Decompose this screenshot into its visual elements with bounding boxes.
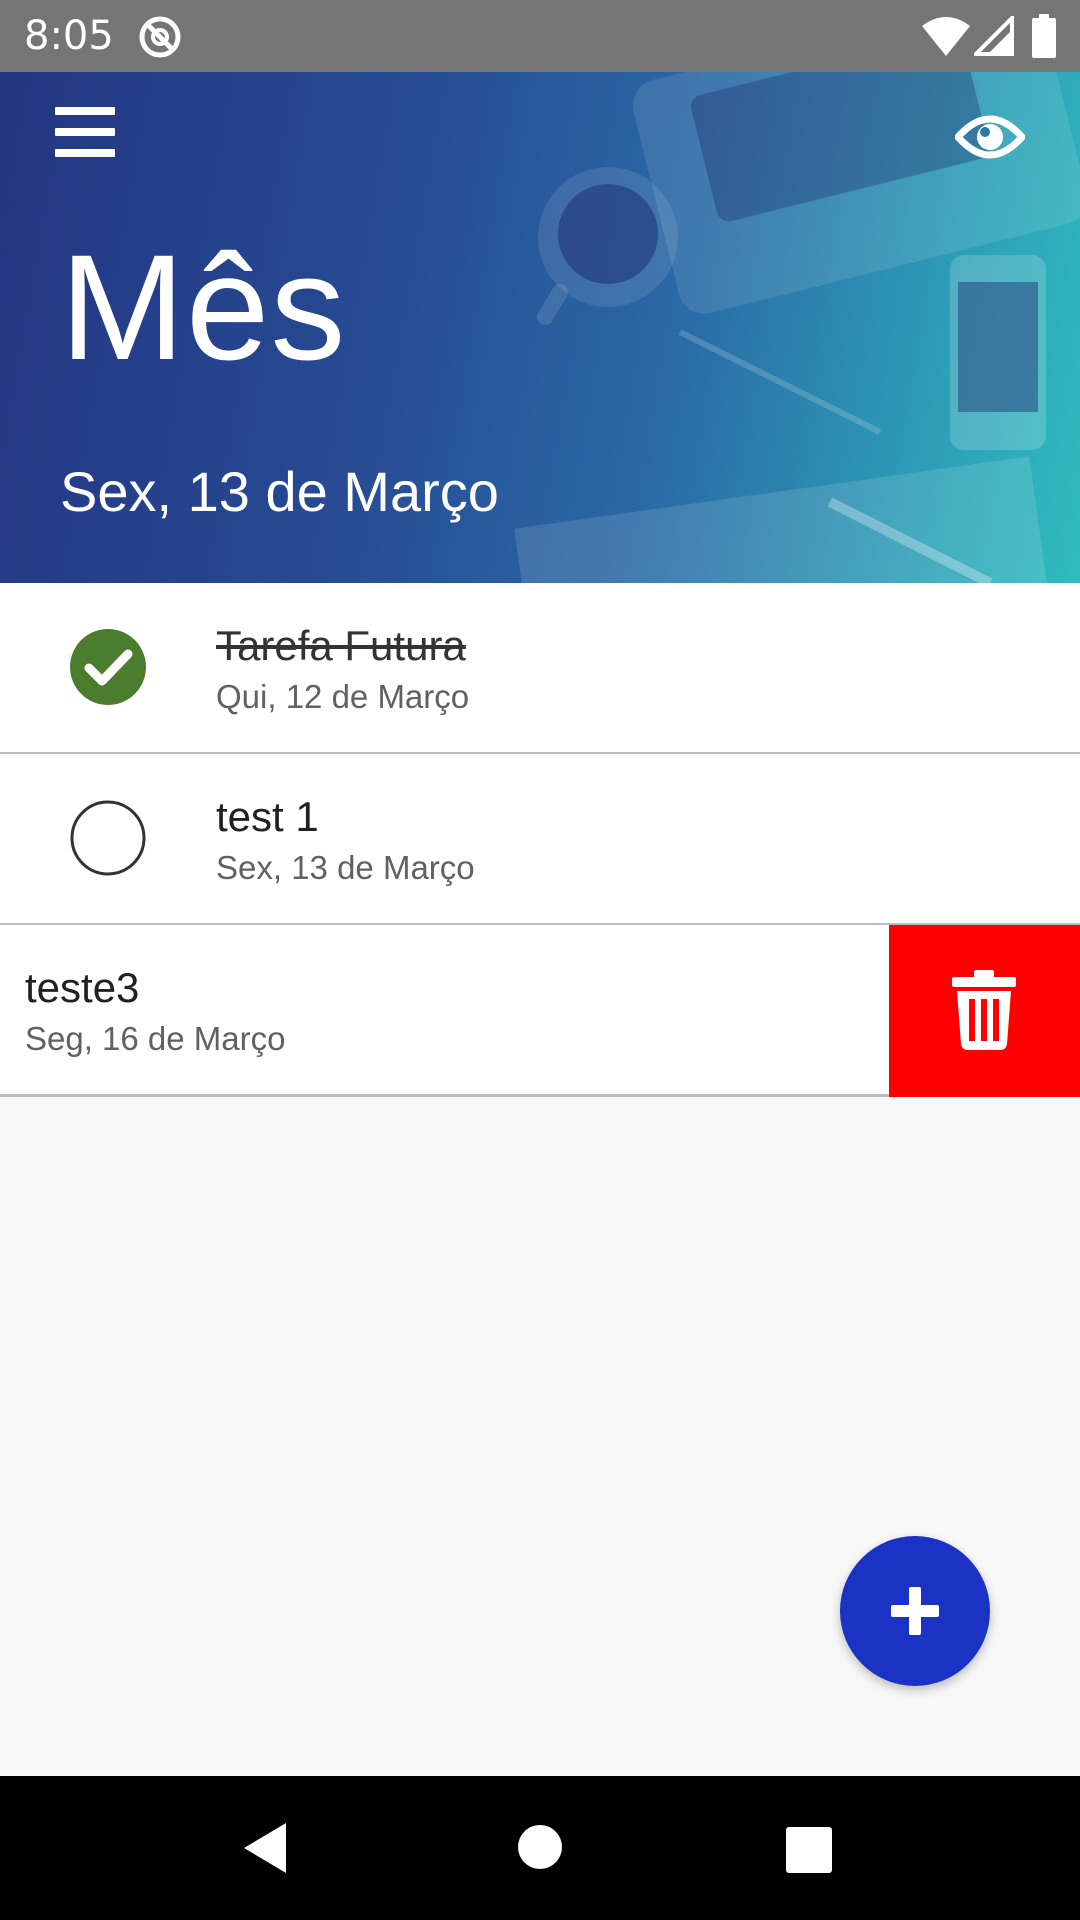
at-sign-icon	[139, 16, 181, 58]
add-task-button[interactable]	[840, 1536, 990, 1686]
page-title: Mês	[60, 223, 347, 391]
task-date: Qui, 12 de Março	[216, 678, 470, 715]
status-time: 8:05	[24, 13, 114, 59]
task-title: test 1	[216, 793, 319, 840]
task-date: Seg, 16 de Março	[25, 1020, 286, 1057]
task-date: Sex, 13 de Março	[216, 849, 475, 886]
task-row[interactable]: Tarefa Futura Qui, 12 de Março	[0, 583, 1080, 755]
delete-button[interactable]	[889, 925, 1080, 1097]
header-date: Sex, 13 de Março	[60, 460, 499, 523]
battery-icon	[1032, 14, 1056, 58]
empty-circle-icon[interactable]	[70, 800, 146, 876]
task-title: Tarefa Futura	[216, 622, 466, 669]
plus-icon	[891, 1587, 939, 1635]
home-icon[interactable]	[518, 1825, 562, 1869]
task-row-swiped[interactable]: teste3 Seg, 16 de Março	[0, 925, 1080, 1097]
menu-button[interactable]	[55, 107, 115, 159]
signal-icon	[974, 16, 1014, 56]
status-bar: 8:05	[0, 0, 1080, 72]
check-circle-icon[interactable]	[70, 629, 146, 705]
back-icon[interactable]	[240, 1821, 290, 1875]
header-banner: Mês Sex, 13 de Março	[0, 72, 1080, 583]
eye-icon[interactable]	[955, 107, 1025, 167]
hamburger-menu-icon	[55, 107, 115, 115]
navigation-bar	[0, 1776, 1080, 1920]
trash-icon	[952, 970, 1016, 1050]
task-title: teste3	[25, 964, 140, 1011]
task-row[interactable]: test 1 Sex, 13 de Março	[0, 754, 1080, 926]
wifi-icon	[922, 17, 970, 56]
task-row-content[interactable]: teste3 Seg, 16 de Março	[0, 925, 889, 1094]
recents-icon[interactable]	[786, 1827, 832, 1873]
